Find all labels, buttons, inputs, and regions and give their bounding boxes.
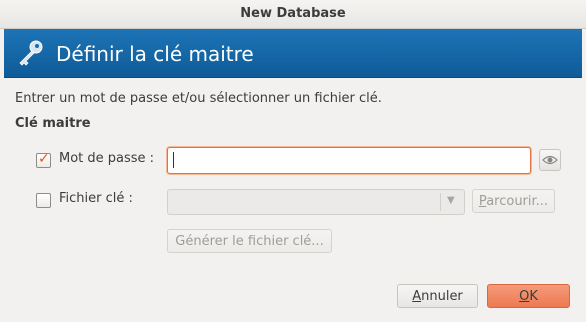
password-input[interactable] <box>167 147 531 174</box>
combo-separator <box>440 193 441 211</box>
banner-title: Définir la clé maitre <box>56 42 254 66</box>
section-title: Clé maitre <box>15 116 91 131</box>
chevron-down-icon[interactable]: ▼ <box>447 195 455 206</box>
keyfile-combobox[interactable]: ▼ <box>167 189 465 215</box>
cancel-mnemonic: A <box>412 289 422 304</box>
browse-button[interactable]: Parcourir... <box>472 189 555 213</box>
keyfile-checkbox[interactable] <box>36 193 51 208</box>
window-titlebar[interactable]: New Database <box>0 0 586 29</box>
checkmark-icon: ✓ <box>38 151 50 167</box>
ok-label: K <box>529 289 538 304</box>
text-caret <box>173 152 174 168</box>
browse-label: arcourir... <box>486 194 549 209</box>
ok-button[interactable]: OK <box>487 284 570 308</box>
header-banner: Définir la clé maitre <box>4 29 582 78</box>
keyfile-label: Fichier clé : <box>59 191 133 206</box>
generate-keyfile-button[interactable]: Générer le fichier clé... <box>167 229 332 253</box>
intro-text: Entrer un mot de passe et/ou sélectionne… <box>15 91 382 106</box>
dialog-window: New Database Définir la clé maitre Entre… <box>0 0 586 322</box>
cancel-button[interactable]: Annuler <box>397 284 478 308</box>
cancel-label: nnuler <box>421 289 463 304</box>
key-icon <box>19 40 43 66</box>
password-checkbox[interactable]: ✓ <box>36 151 51 168</box>
generate-keyfile-label: Générer le fichier clé... <box>175 234 324 249</box>
show-password-button[interactable] <box>539 149 561 171</box>
eye-icon <box>542 155 558 165</box>
window-title: New Database <box>240 6 346 21</box>
password-label: Mot de passe : <box>59 151 155 166</box>
ok-mnemonic: O <box>519 289 530 304</box>
